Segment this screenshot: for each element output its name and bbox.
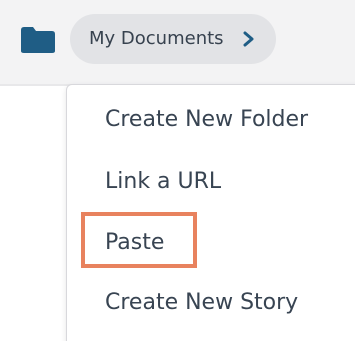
menu-item-link-a-url[interactable]: Link a URL	[105, 164, 221, 200]
breadcrumb[interactable]: My Documents	[70, 14, 276, 64]
menu-item-create-new-story[interactable]: Create New Story	[105, 285, 298, 321]
file-browser: My Documents Create New Folder Link a UR…	[0, 0, 355, 341]
breadcrumb-label[interactable]: My Documents	[89, 14, 224, 64]
top-bar: My Documents	[0, 0, 355, 84]
chevron-right-icon[interactable]	[242, 31, 256, 47]
menu-item-create-new-folder[interactable]: Create New Folder	[105, 102, 308, 138]
folder-icon[interactable]	[20, 26, 56, 54]
menu-item-paste[interactable]: Paste	[105, 225, 164, 261]
context-menu: Create New Folder Link a URL Paste Creat…	[66, 84, 355, 341]
